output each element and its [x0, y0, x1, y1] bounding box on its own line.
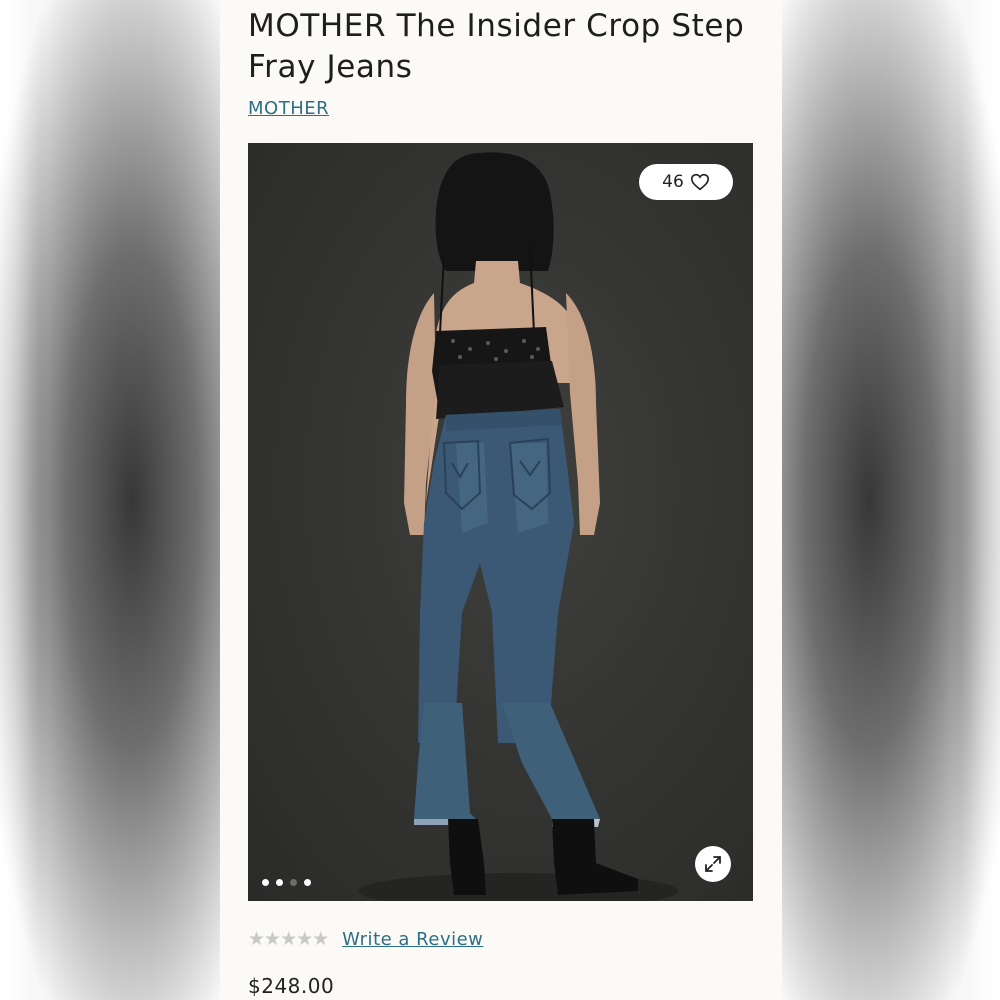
- write-review-link[interactable]: Write a Review: [342, 929, 483, 950]
- favorite-button[interactable]: 46: [639, 164, 733, 200]
- like-count: 46: [662, 172, 684, 192]
- blurred-background-left: [0, 0, 220, 1000]
- blurred-background-right: [782, 0, 1000, 1000]
- carousel-dots: [262, 879, 311, 886]
- brand-link[interactable]: MOTHER: [248, 98, 329, 119]
- carousel-dot[interactable]: [276, 879, 283, 886]
- product-title: MOTHER The Insider Crop Step Fray Jeans: [248, 8, 745, 85]
- model-photo: [358, 152, 678, 901]
- carousel-dot[interactable]: [304, 879, 311, 886]
- heart-icon: [690, 173, 709, 191]
- carousel-dot[interactable]: [290, 879, 297, 886]
- product-page: MOTHER The Insider Crop Step Fray Jeans …: [220, 0, 782, 1000]
- expand-icon: [705, 856, 721, 872]
- expand-image-button[interactable]: [695, 846, 731, 882]
- star-rating: ★★★★★: [248, 928, 329, 950]
- rating-row: ★★★★★ Write a Review: [248, 928, 483, 950]
- product-price: $248.00: [248, 974, 335, 998]
- carousel-dot[interactable]: [262, 879, 269, 886]
- product-image[interactable]: 46: [248, 143, 753, 901]
